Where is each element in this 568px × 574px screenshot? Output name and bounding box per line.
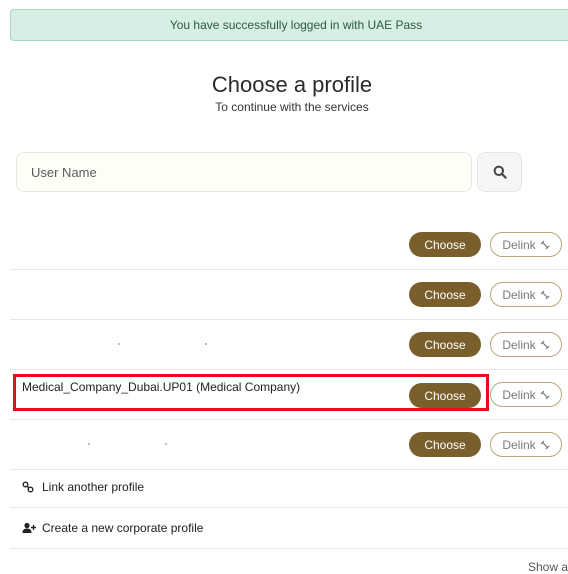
redaction-dot [165, 443, 167, 445]
delink-label: Delink [502, 387, 536, 402]
profile-row: Choose Delink [10, 270, 568, 320]
delink-button[interactable]: Delink [490, 432, 562, 457]
delink-button[interactable]: Delink [490, 382, 562, 407]
choose-button[interactable]: Choose [409, 332, 481, 357]
profile-name: Medical_Company_Dubai.UP01 (Medical Comp… [22, 380, 301, 394]
alert-message: You have successfully logged in with UAE… [169, 18, 423, 32]
profile-list: Choose Delink Choose Delink Choose Delin… [10, 220, 568, 470]
delink-label: Delink [502, 237, 536, 252]
create-corporate-profile[interactable]: Create a new corporate profile [10, 508, 568, 549]
redaction-dot [118, 343, 120, 345]
unlink-icon [540, 390, 550, 399]
redaction-dot [205, 343, 207, 345]
search-button[interactable] [477, 152, 522, 192]
show-all-link[interactable]: Show a [528, 560, 568, 574]
unlink-icon [540, 240, 550, 249]
link-another-profile[interactable]: Link another profile [10, 467, 568, 508]
user-name-search-input[interactable] [16, 152, 472, 192]
choose-button[interactable]: Choose [409, 282, 481, 307]
delink-label: Delink [502, 437, 536, 452]
unlink-icon [540, 440, 550, 449]
profile-row: Choose Delink [10, 420, 568, 470]
link-another-profile-label: Link another profile [42, 480, 145, 494]
unlink-icon [540, 340, 550, 349]
delink-button[interactable]: Delink [490, 232, 562, 257]
unlink-icon [540, 290, 550, 299]
profile-row: Choose Delink [10, 220, 568, 270]
success-alert: You have successfully logged in with UAE… [10, 9, 568, 41]
redaction-dot [88, 443, 90, 445]
delink-label: Delink [502, 287, 536, 302]
choose-button[interactable]: Choose [409, 383, 481, 408]
delink-button[interactable]: Delink [490, 282, 562, 307]
page-subtitle: To continue with the services [215, 100, 369, 114]
add-user-icon [22, 522, 38, 534]
choose-button[interactable]: Choose [409, 432, 481, 457]
page-title: Choose a profile [211, 72, 373, 97]
delink-button[interactable]: Delink [490, 332, 562, 357]
choose-button[interactable]: Choose [409, 232, 481, 257]
search-icon [493, 165, 507, 179]
profile-row-selected: Medical_Company_Dubai.UP01 (Medical Comp… [10, 370, 568, 420]
profile-row: Choose Delink [10, 320, 568, 370]
delink-label: Delink [502, 337, 536, 352]
create-corporate-profile-label: Create a new corporate profile [42, 521, 204, 535]
link-icon [22, 481, 38, 493]
